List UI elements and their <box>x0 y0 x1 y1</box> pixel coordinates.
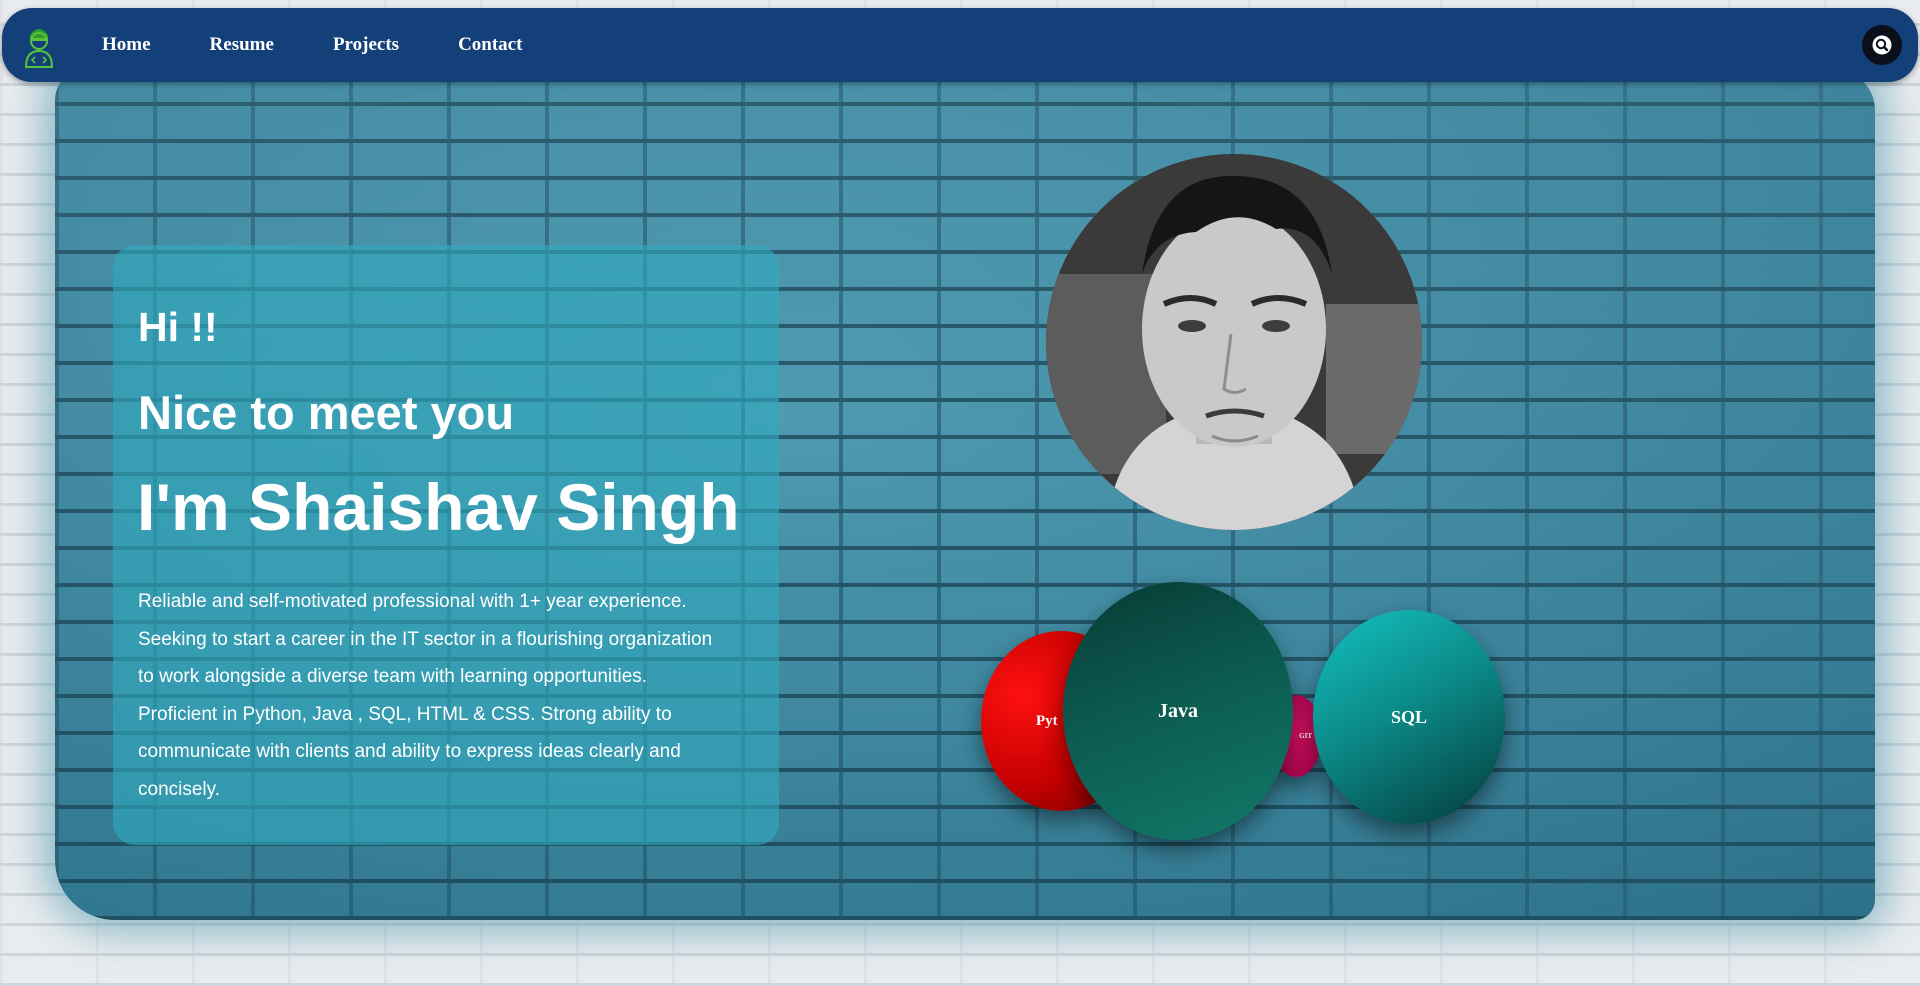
bio-line: Reliable and self-motivated professional… <box>138 591 687 612</box>
nav-home[interactable]: Home <box>102 34 151 56</box>
bio-line: Proficient in Python, Java , SQL, HTML &… <box>138 703 672 725</box>
nav-resume[interactable]: Resume <box>210 34 274 56</box>
skill-bubble-sql[interactable]: SQL <box>1313 610 1505 824</box>
bio-line: Seeking to start a career in the IT sect… <box>138 628 713 650</box>
skill-bubble-java[interactable]: Java <box>1063 582 1293 840</box>
name-heading: I'm Shaishav Singh <box>137 470 740 544</box>
top-navbar: Home Resume Projects Contact <box>2 8 1918 82</box>
profile-photo <box>1046 154 1422 530</box>
bio-line: to work alongside a diverse team with le… <box>138 666 648 687</box>
nav-contact[interactable]: Contact <box>458 34 522 56</box>
greeting-heading: Hi !! <box>138 304 218 350</box>
nice-to-meet-heading: Nice to meet you <box>138 386 515 439</box>
bio-paragraph: Reliable and self-motivated professional… <box>138 583 763 808</box>
intro-card: Hi !! Nice to meet you I'm Shaishav Sing… <box>113 245 779 845</box>
nav-menu: Home Resume Projects Contact <box>102 8 581 82</box>
search-button[interactable] <box>1862 25 1902 65</box>
bio-line: concisely. <box>138 778 221 800</box>
developer-avatar-logo-icon[interactable] <box>20 21 58 69</box>
bio-line: communicate with clients and ability to … <box>138 741 681 762</box>
search-icon <box>1872 35 1892 55</box>
nav-projects[interactable]: Projects <box>333 34 399 56</box>
